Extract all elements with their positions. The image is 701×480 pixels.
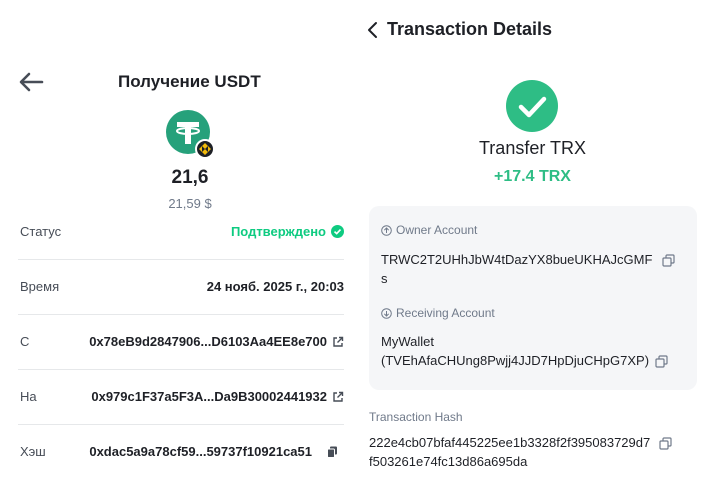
to-address: 0x979c1F37a5F3A...Da9B30002441932 <box>91 389 327 404</box>
chevron-left-icon[interactable] <box>366 20 380 40</box>
page-title: Transaction Details <box>387 19 553 39</box>
receiving-account-value: MyWallet (TVEhAfaCHUng8Pwjj4JJD7HpDjuCHp… <box>381 332 668 370</box>
transaction-hash-label: Transaction Hash <box>369 410 463 424</box>
status-label: Статус <box>20 224 62 239</box>
hash-text: 0xdac5a9a78cf59...59737f10921ca51 <box>89 444 312 459</box>
receiving-wallet-name: MyWallet <box>381 334 434 349</box>
hash-line1: 222e4cb07bfaf445225ee1b3328f2f395083729d… <box>369 435 651 450</box>
from-label: С <box>20 334 30 349</box>
to-value[interactable]: 0x979c1F37a5F3A...Da9B30002441932 <box>91 389 344 404</box>
hash-value[interactable]: 0xdac5a9a78cf59...59737f10921ca51 <box>89 444 338 459</box>
transaction-amount: +17.4 TRX <box>494 168 571 185</box>
arrow-down-circle-icon <box>381 307 392 319</box>
hash-row: Хэш 0xdac5a9a78cf59...59737f10921ca51 <box>18 426 344 480</box>
owner-address-line2: s <box>381 271 388 286</box>
to-label: На <box>20 389 37 404</box>
success-check-icon <box>506 80 558 132</box>
copy-icon[interactable] <box>655 355 668 368</box>
status-row: Статус Подтверждено <box>18 206 344 260</box>
arrow-up-circle-icon <box>381 224 392 236</box>
from-row: С 0x78eB9d2847906...D6103Aa4EE8e700 <box>18 316 344 370</box>
page-title: Получение USDT <box>118 72 261 91</box>
copy-icon[interactable] <box>327 446 338 458</box>
copy-icon[interactable] <box>659 437 672 450</box>
receiving-address: (TVEhAfaCHUng8Pwjj4JJD7HpDjuCHpG7XP) <box>381 353 650 368</box>
amount: 21,6 <box>171 167 209 188</box>
hash-line2: f503261e74fc13d86a695da <box>369 454 528 469</box>
receiving-label-text: Receiving Account <box>396 306 495 320</box>
time-label: Время <box>20 279 60 294</box>
to-row: На 0x979c1F37a5F3A...Da9B30002441932 <box>18 371 344 425</box>
time-row: Время 24 нояб. 2025 г., 20:03 <box>18 261 344 315</box>
copy-icon[interactable] <box>662 254 675 267</box>
owner-account-value: TRWC2T2UHhJbW4tDazYX8bueUKHAJcGMF s <box>381 250 675 288</box>
accounts-card: Owner Account TRWC2T2UHhJbW4tDazYX8bueUK… <box>369 206 697 390</box>
right-panel: Transaction Details Transfer TRX +17.4 T… <box>350 0 701 480</box>
status-text: Подтверждено <box>230 224 326 239</box>
transaction-type: Transfer TRX <box>478 138 587 158</box>
receiving-account-label: Receiving Account <box>381 306 495 320</box>
owner-address-line1: TRWC2T2UHhJbW4tDazYX8bueUKHAJcGMF <box>381 252 653 267</box>
from-value[interactable]: 0x78eB9d2847906...D6103Aa4EE8e700 <box>89 334 344 349</box>
external-link-icon[interactable] <box>332 391 344 403</box>
owner-account-label: Owner Account <box>381 223 477 237</box>
check-circle-icon <box>331 225 344 238</box>
back-arrow-icon[interactable] <box>18 70 44 94</box>
time-value: 24 нояб. 2025 г., 20:03 <box>206 279 344 294</box>
status-value: Подтверждено <box>231 224 344 239</box>
owner-label-text: Owner Account <box>396 223 478 237</box>
usdt-token-icon <box>166 110 214 158</box>
left-panel: Получение USDT 21,6 21,59 $ Статус Подтв… <box>0 0 350 480</box>
external-link-icon[interactable] <box>332 336 344 348</box>
from-address: 0x78eB9d2847906...D6103Aa4EE8e700 <box>89 334 327 349</box>
hash-label: Хэш <box>20 444 46 459</box>
transaction-hash-value: 222e4cb07bfaf445225ee1b3328f2f395083729d… <box>369 433 699 471</box>
